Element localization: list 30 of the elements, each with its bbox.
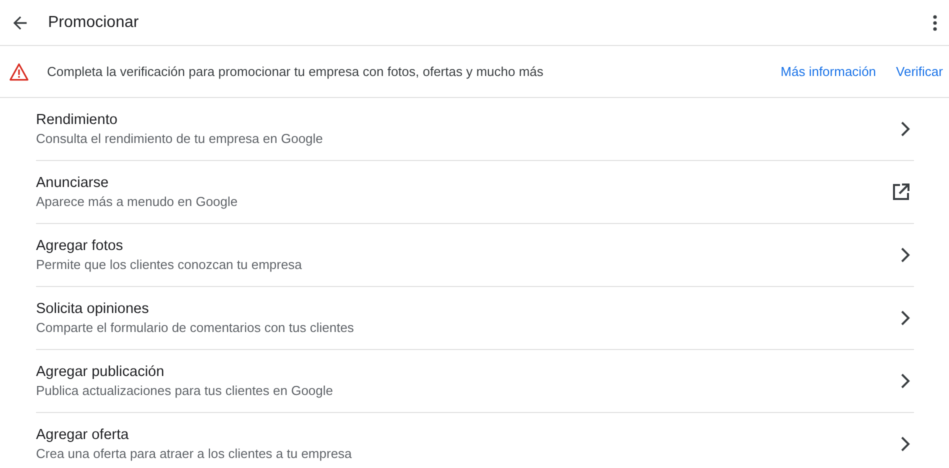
external-link-icon [892,183,910,201]
list-item[interactable]: Anunciarse Aparece más a menudo en Google [36,161,914,224]
chevron-right-icon [900,121,910,137]
list-item[interactable]: Agregar oferta Crea una oferta para atraer a los clientes a tu empresa [36,413,914,468]
item-subtitle: Permite que los clientes conozcan tu empresa [36,256,303,274]
page-title: Promocionar [48,14,140,32]
item-subtitle: Crea una oferta para atraer a los clientes a tu empresa [36,445,353,463]
item-title: Agregar fotos [36,237,124,256]
banner-link[interactable]: Verificar [896,64,943,79]
chevron-right-icon [900,373,910,389]
chevron-right-icon [900,436,910,452]
list-item[interactable]: Agregar publicación Publica actualizaciones para tus clientes en Google [36,350,914,413]
item-title: Anunciarse [36,174,110,193]
item-subtitle: Consulta el rendimiento de tu empresa en Google [36,130,324,148]
list-item[interactable]: Solicita opiniones Comparte el formulario de comentarios con tus clientes [36,287,914,350]
item-title: Agregar oferta [36,426,130,445]
banner-link[interactable]: Más información [780,64,876,79]
verification-message: Completa la verificación para promocionar tu empresa con fotos, ofertas y mucho más [47,64,544,79]
item-title: Rendimiento [36,111,118,130]
list-item[interactable]: Rendimiento Consulta el rendimiento de tu empresa en Google [36,98,914,161]
warning-icon [9,62,29,80]
item-subtitle: Publica actualizaciones para tus clientes en Google [36,382,334,400]
more-options-icon[interactable] [933,14,937,30]
chevron-right-icon [900,310,910,326]
item-subtitle: Aparece más a menudo en Google [36,193,239,211]
item-title: Solicita opiniones [36,300,150,319]
item-title: Agregar publicación [36,363,166,382]
item-subtitle: Comparte el formulario de comentarios con tus clientes [36,319,355,337]
chevron-right-icon [900,247,910,263]
list-item[interactable]: Agregar fotos Permite que los clientes conozcan tu empresa [36,224,914,287]
